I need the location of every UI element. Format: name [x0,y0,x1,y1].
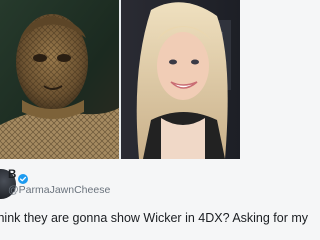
smiling-woman-photo [121,0,240,159]
display-name[interactable]: B [8,169,16,181]
image-banner [0,0,240,159]
wicker-figure-photo [0,0,119,159]
verified-badge-icon [18,171,28,184]
user-handle[interactable]: @ParmaJawnCheese [8,184,110,196]
tweet-card: B @ParmaJawnCheese think they are gonna … [0,159,308,240]
tweet-text: think they are gonna show Wicker in 4DX?… [0,211,309,225]
